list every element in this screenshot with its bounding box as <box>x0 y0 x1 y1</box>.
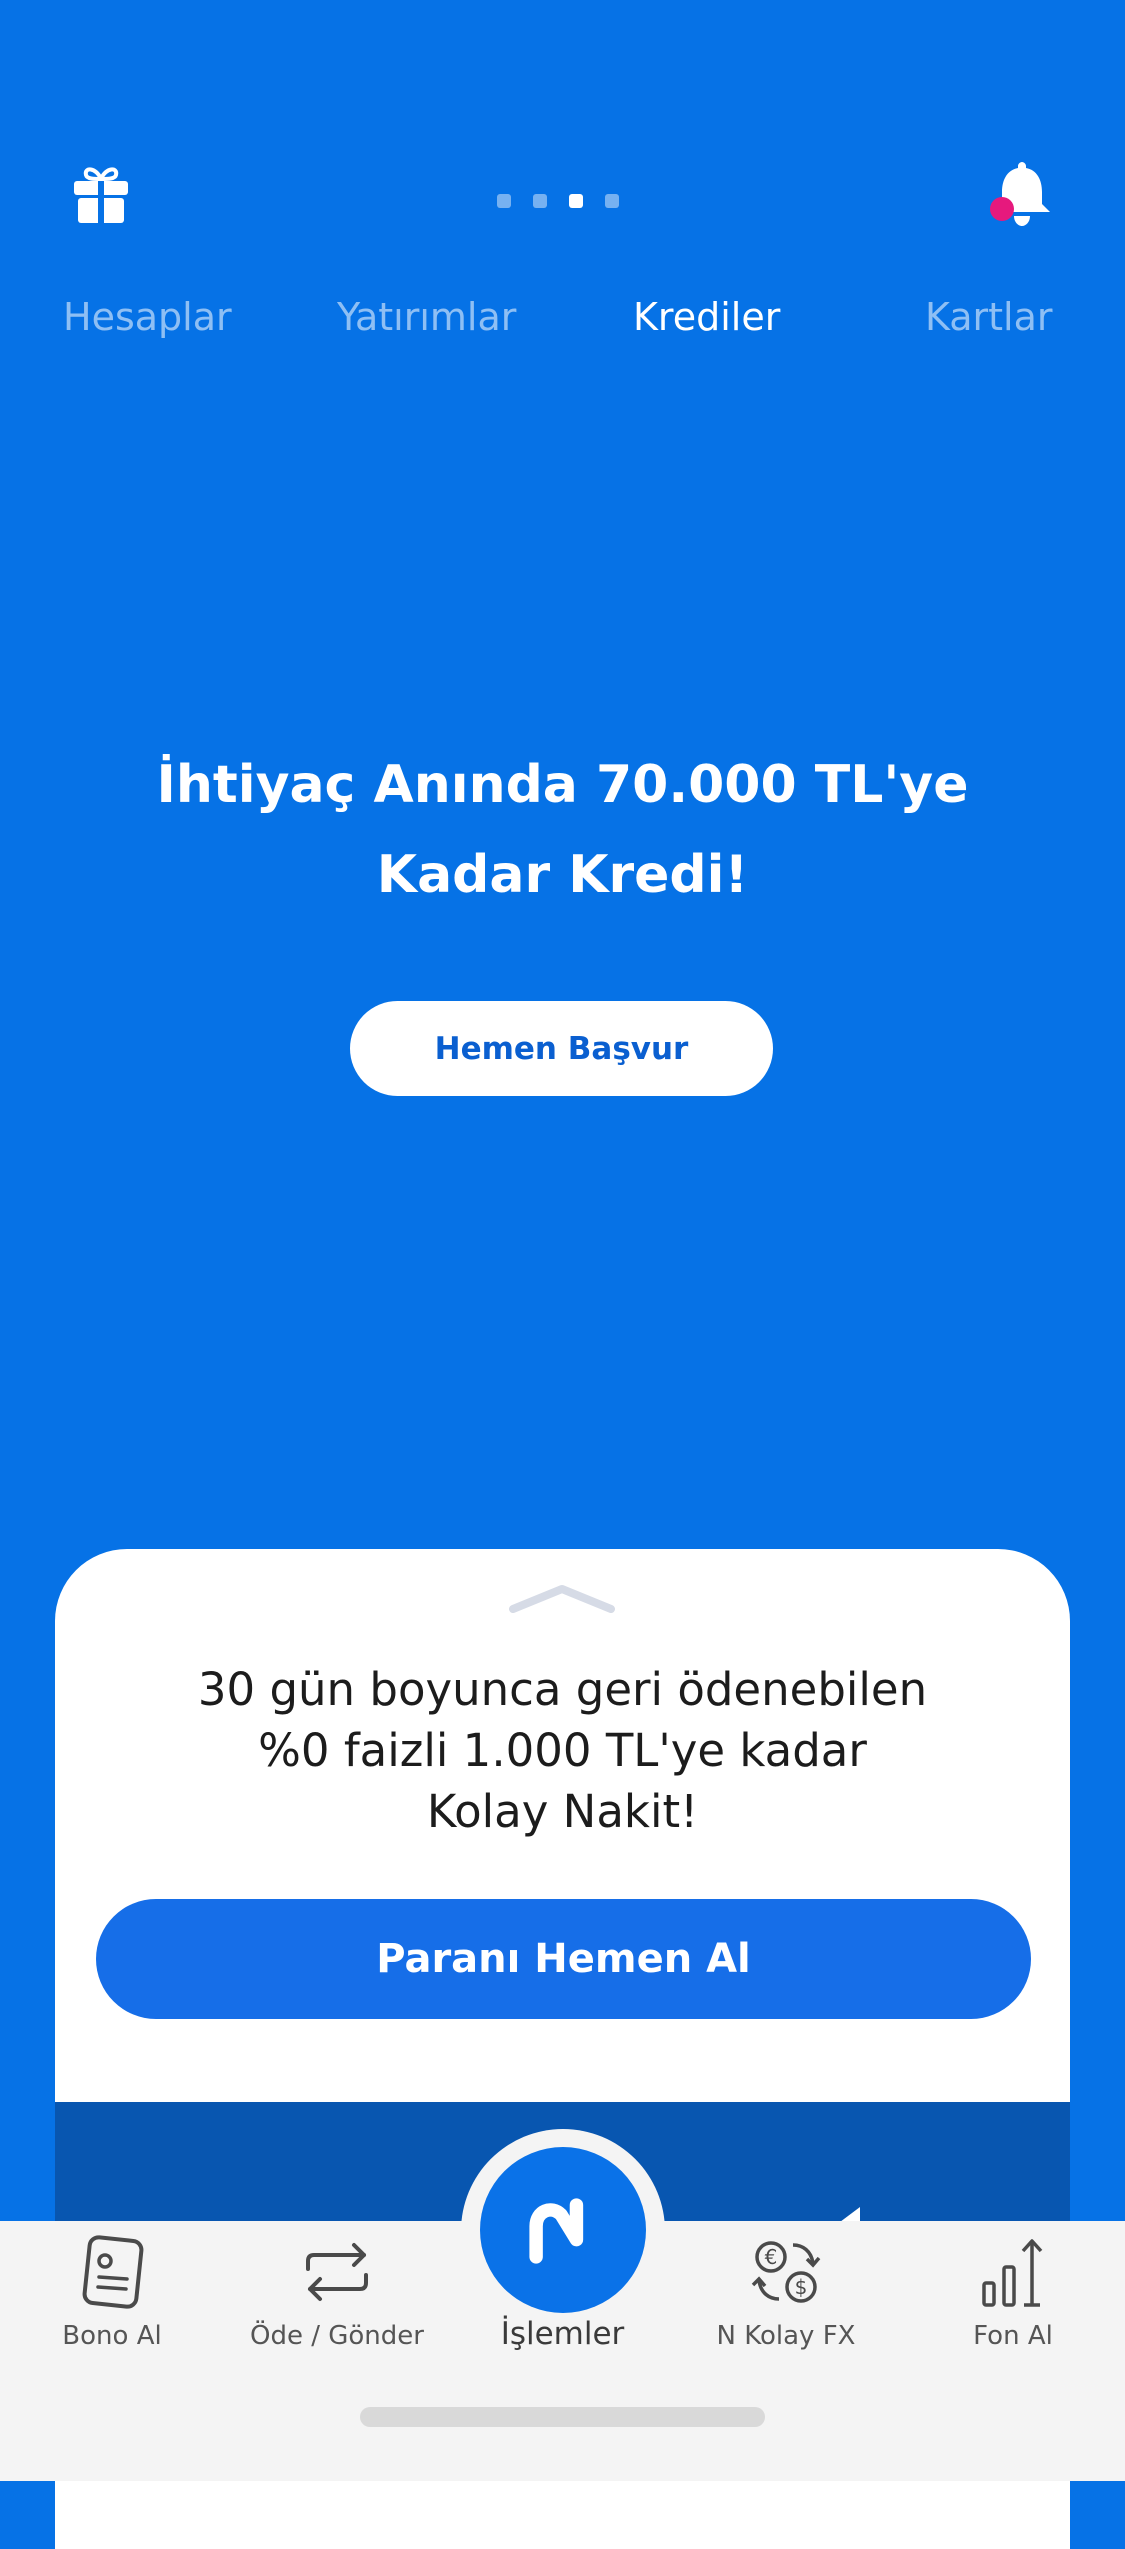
promo-text: 30 gün boyunca geri ödenebilen %0 faizli… <box>95 1659 1030 1842</box>
promo-line: 30 gün boyunca geri ödenebilen <box>197 1663 928 1716</box>
svg-text:€: € <box>765 2245 778 2269</box>
nav-fon-al[interactable]: Fon Al <box>913 2233 1113 2351</box>
nav-label: N Kolay FX <box>716 2321 856 2351</box>
tab-yatirimlar[interactable]: Yatırımlar <box>337 295 516 339</box>
nav-label: Öde / Gönder <box>250 2321 424 2351</box>
nav-bono-al[interactable]: Bono Al <box>12 2233 212 2351</box>
islemler-label: İşlemler <box>500 2316 625 2352</box>
tab-kartlar[interactable]: Kartlar <box>925 295 1053 339</box>
bar-chart-up-icon <box>982 2239 1043 2307</box>
nav-n-kolay-fx[interactable]: € $ N Kolay FX <box>686 2233 886 2351</box>
promo-line: Kolay Nakit! <box>426 1785 699 1838</box>
tab-bar: Hesaplar Yatırımlar Krediler Kartlar <box>0 295 1125 355</box>
n-logo-icon <box>529 2198 584 2264</box>
svg-text:$: $ <box>795 2275 808 2299</box>
page-indicator <box>497 194 619 210</box>
islemler-button[interactable] <box>480 2147 646 2313</box>
tab-krediler[interactable]: Krediler <box>633 295 780 339</box>
document-icon <box>82 2235 144 2309</box>
top-bar <box>0 0 1125 260</box>
page-dot <box>533 194 547 208</box>
hero-title: İhtiyaç Anında 70.000 TL'ye Kadar Kredi! <box>156 755 969 905</box>
transfer-arrows-icon <box>306 2243 368 2301</box>
nav-label: Bono Al <box>62 2321 162 2351</box>
page-dot <box>497 194 511 208</box>
apply-now-button[interactable]: Hemen Başvur <box>350 1001 773 1096</box>
gift-icon[interactable] <box>70 165 132 227</box>
home-indicator <box>360 2407 765 2427</box>
nav-ode-gonder[interactable]: Öde / Gönder <box>237 2233 437 2351</box>
get-cash-button[interactable]: Paranı Hemen Al <box>96 1899 1031 2019</box>
notification-badge <box>990 197 1014 221</box>
page-dot-active <box>569 194 583 208</box>
tab-hesaplar[interactable]: Hesaplar <box>63 295 232 339</box>
chevron-up-icon[interactable] <box>507 1579 617 1619</box>
nav-label: Fon Al <box>973 2321 1053 2351</box>
page-dot <box>605 194 619 208</box>
promo-line: %0 faizli 1.000 TL'ye kadar <box>258 1724 867 1777</box>
currency-exchange-icon: € $ <box>751 2241 821 2303</box>
